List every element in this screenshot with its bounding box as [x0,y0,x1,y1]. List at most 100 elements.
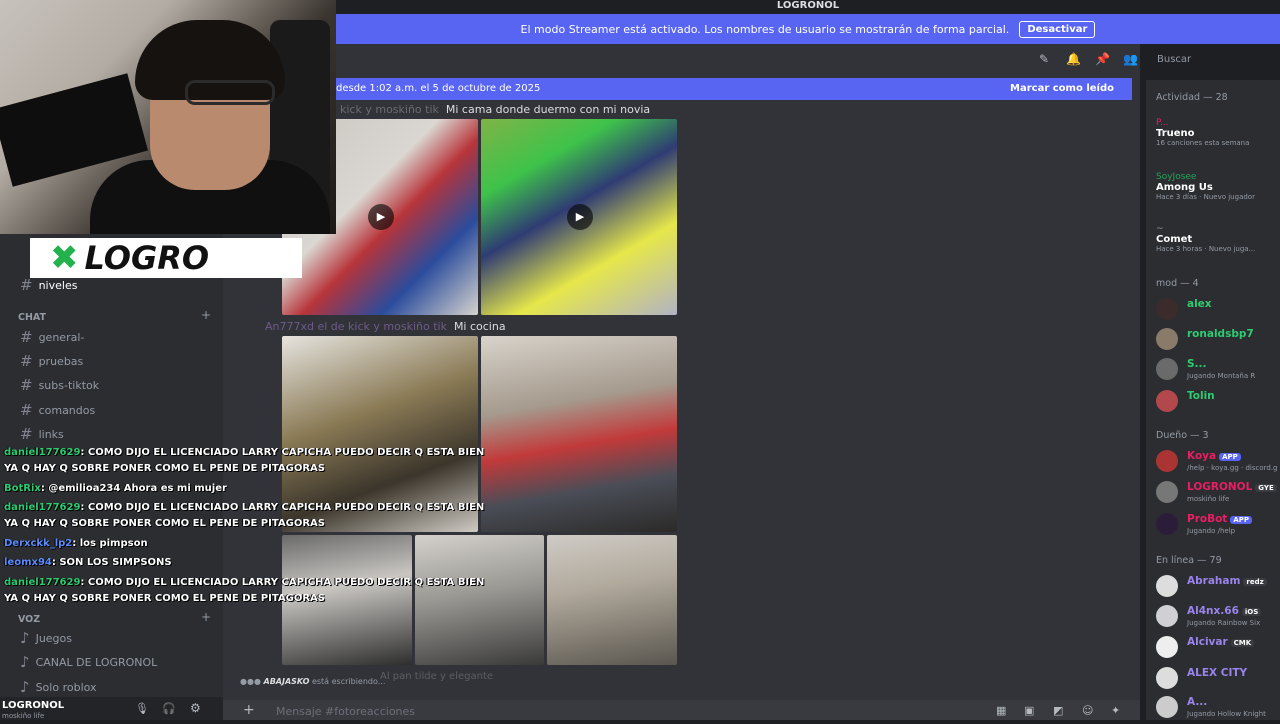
member-item[interactable]: ALEX CITY [1156,665,1280,695]
message-input[interactable]: Mensaje #fotoreacciones [276,705,415,718]
add-voice-channel-icon[interactable]: + [201,610,211,624]
streamer-mode-banner: El modo Streamer está activado. Los nomb… [336,14,1280,44]
app-tag: APP [1230,516,1253,524]
member-item[interactable]: Koya APP/help · koya.gg · discord.g [1156,448,1280,478]
member-item[interactable]: Abraham redz [1156,573,1280,603]
member-name: A... [1187,696,1208,708]
member-item[interactable]: Al4nx.66 iOS Jugando Rainbow Six [1156,603,1280,633]
activity-sub: 16 canciones esta semana [1156,139,1250,147]
chat-user: leomx94 [4,557,52,568]
image-attachment[interactable] [481,336,677,532]
avatar [1156,605,1178,627]
settings-icon[interactable]: ⚙ [190,701,201,715]
member-name: S... [1187,358,1207,370]
sticker-icon[interactable]: ◩ [1053,704,1063,717]
new-messages-text: desde 1:02 a.m. el 5 de octubre de 2025 [336,83,541,94]
gift-icon[interactable]: ▦ [996,704,1006,717]
member-status: Jugando Rainbow Six [1187,619,1261,627]
channel-niveles[interactable]: # niveles [20,275,77,295]
disable-streamer-button[interactable]: Desactivar [1019,20,1096,38]
voice-channel-logronol[interactable]: ♪ CANAL DE LOGRONOL [20,652,157,672]
member-item[interactable]: ronaldsbp7 [1156,326,1280,356]
play-icon[interactable]: ▶ [567,204,593,230]
member-item[interactable]: S... Jugando Montaña R [1156,356,1280,386]
chat-row: YA Q HAY Q SOBRE PONER COMO EL PENE DE P… [4,592,325,605]
member-name: Al4nx.66 [1187,605,1239,617]
channel-general[interactable]: # general- [20,327,84,347]
logo-icon: ✖ [50,238,79,278]
members-icon[interactable]: 👥 [1123,52,1138,66]
gif-icon[interactable]: ▣ [1024,704,1034,717]
channel-label: Juegos [35,631,73,645]
channel-label: links [38,427,64,441]
message-author[interactable]: kick y moskiño tik [340,103,439,116]
new-messages-bar[interactable]: desde 1:02 a.m. el 5 de octubre de 2025 … [336,78,1132,100]
member-item[interactable]: ProBot APP Jugando /help [1156,511,1280,541]
hash-icon: # [20,276,33,294]
bell-icon[interactable]: 🔔 [1066,52,1081,66]
logo-text: LOGRO [84,239,210,277]
member-item[interactable]: LOGRONOL GYE moskiño life [1156,479,1280,509]
chat-text: : @emilioa234 Ahora es mi mujer [40,483,227,494]
hash-icon: # [20,376,33,394]
chat-text: : COMO DIJO EL LICENCIADO LARRY CAPICHA … [80,447,485,458]
avatar [1156,513,1178,535]
chat-row: daniel177629: COMO DIJO EL LICENCIADO LA… [4,446,484,459]
member-name: Alcivar [1187,636,1228,648]
emoji-icon[interactable]: ☺ [1082,704,1093,717]
activity-icon[interactable]: ✦ [1111,704,1120,717]
activity-user: SoyJosee [1156,172,1197,182]
chat-text: : COMO DIJO EL LICENCIADO LARRY CAPICHA … [80,577,485,588]
avatar [1156,390,1178,412]
image-attachment[interactable] [547,535,677,665]
voice-channel-juegos[interactable]: ♪ Juegos [20,628,72,648]
avatar [1156,298,1178,320]
activity-header: Actividad — 28 [1156,92,1228,103]
category-chat[interactable]: CHAT [18,312,46,323]
activity-card[interactable]: ~ Comet Hace 3 horas · Nuevo juga... [1156,224,1280,253]
online-header: En línea — 79 [1156,555,1222,566]
avatar [1156,328,1178,350]
member-name: Abraham [1187,575,1241,587]
chat-row: YA Q HAY Q SOBRE PONER COMO EL PENE DE P… [4,462,325,475]
threads-icon[interactable]: ✎ [1037,52,1051,66]
activity-game: Comet [1156,234,1193,245]
tag: CMK [1230,639,1255,647]
attach-plus-icon[interactable]: + [243,702,255,718]
video-attachment[interactable]: ▶ [481,119,677,315]
member-name: ALEX CITY [1187,667,1248,679]
activity-sub: Hace 3 horas · Nuevo juga... [1156,245,1256,253]
headphones-icon[interactable]: 🎧 [162,702,176,715]
play-icon[interactable]: ▶ [368,204,394,230]
member-item[interactable]: Alcivar CMK [1156,634,1280,664]
channel-subs-tiktok[interactable]: # subs-tiktok [20,375,99,395]
voice-channel-roblox[interactable]: ♪ Solo roblox [20,677,97,697]
member-item[interactable]: Tolin [1156,388,1280,418]
add-channel-icon[interactable]: + [201,308,211,322]
chat-text: : COMO DIJO EL LICENCIADO LARRY CAPICHA … [80,502,485,513]
activity-card[interactable]: P... Trueno 16 canciones esta semana [1156,118,1280,147]
member-status: Jugando Hollow Knight [1187,710,1266,718]
avatar [1156,636,1178,658]
activity-card[interactable]: SoyJosee Among Us Hace 3 días · Nuevo juga… [1156,172,1280,201]
category-voz[interactable]: VOZ [18,614,40,625]
chat-row: YA Q HAY Q SOBRE PONER COMO EL PENE DE P… [4,517,325,530]
message-author[interactable]: An777xd el de kick y moskiño tik [265,320,447,333]
member-item[interactable]: alex [1156,296,1280,326]
mic-icon[interactable]: 🎙 [135,702,149,715]
chat-text: YA Q HAY Q SOBRE PONER COMO EL PENE DE P… [4,518,325,529]
pin-icon[interactable]: 📌 [1095,52,1110,66]
search-input[interactable]: Buscar [1147,48,1280,72]
webcam-overlay [0,0,336,234]
channel-comandos[interactable]: # comandos [20,400,95,420]
chat-row: leomx94: SON LOS SIMPSONS [4,556,172,569]
typing-user: ABAJASKO [263,677,310,686]
mark-read-button[interactable]: Marcar como leído [1010,83,1114,94]
message-input-bar[interactable]: + Mensaje #fotoreacciones ▦ ▣ ◩ ☺ ✦ [223,700,1140,720]
avatar [1156,358,1178,380]
message-text: Mi cocina [453,320,506,333]
channel-label: Solo roblox [35,680,97,694]
tag: GYE [1255,484,1277,492]
avatar [1156,481,1178,503]
channel-pruebas[interactable]: # pruebas [20,351,83,371]
